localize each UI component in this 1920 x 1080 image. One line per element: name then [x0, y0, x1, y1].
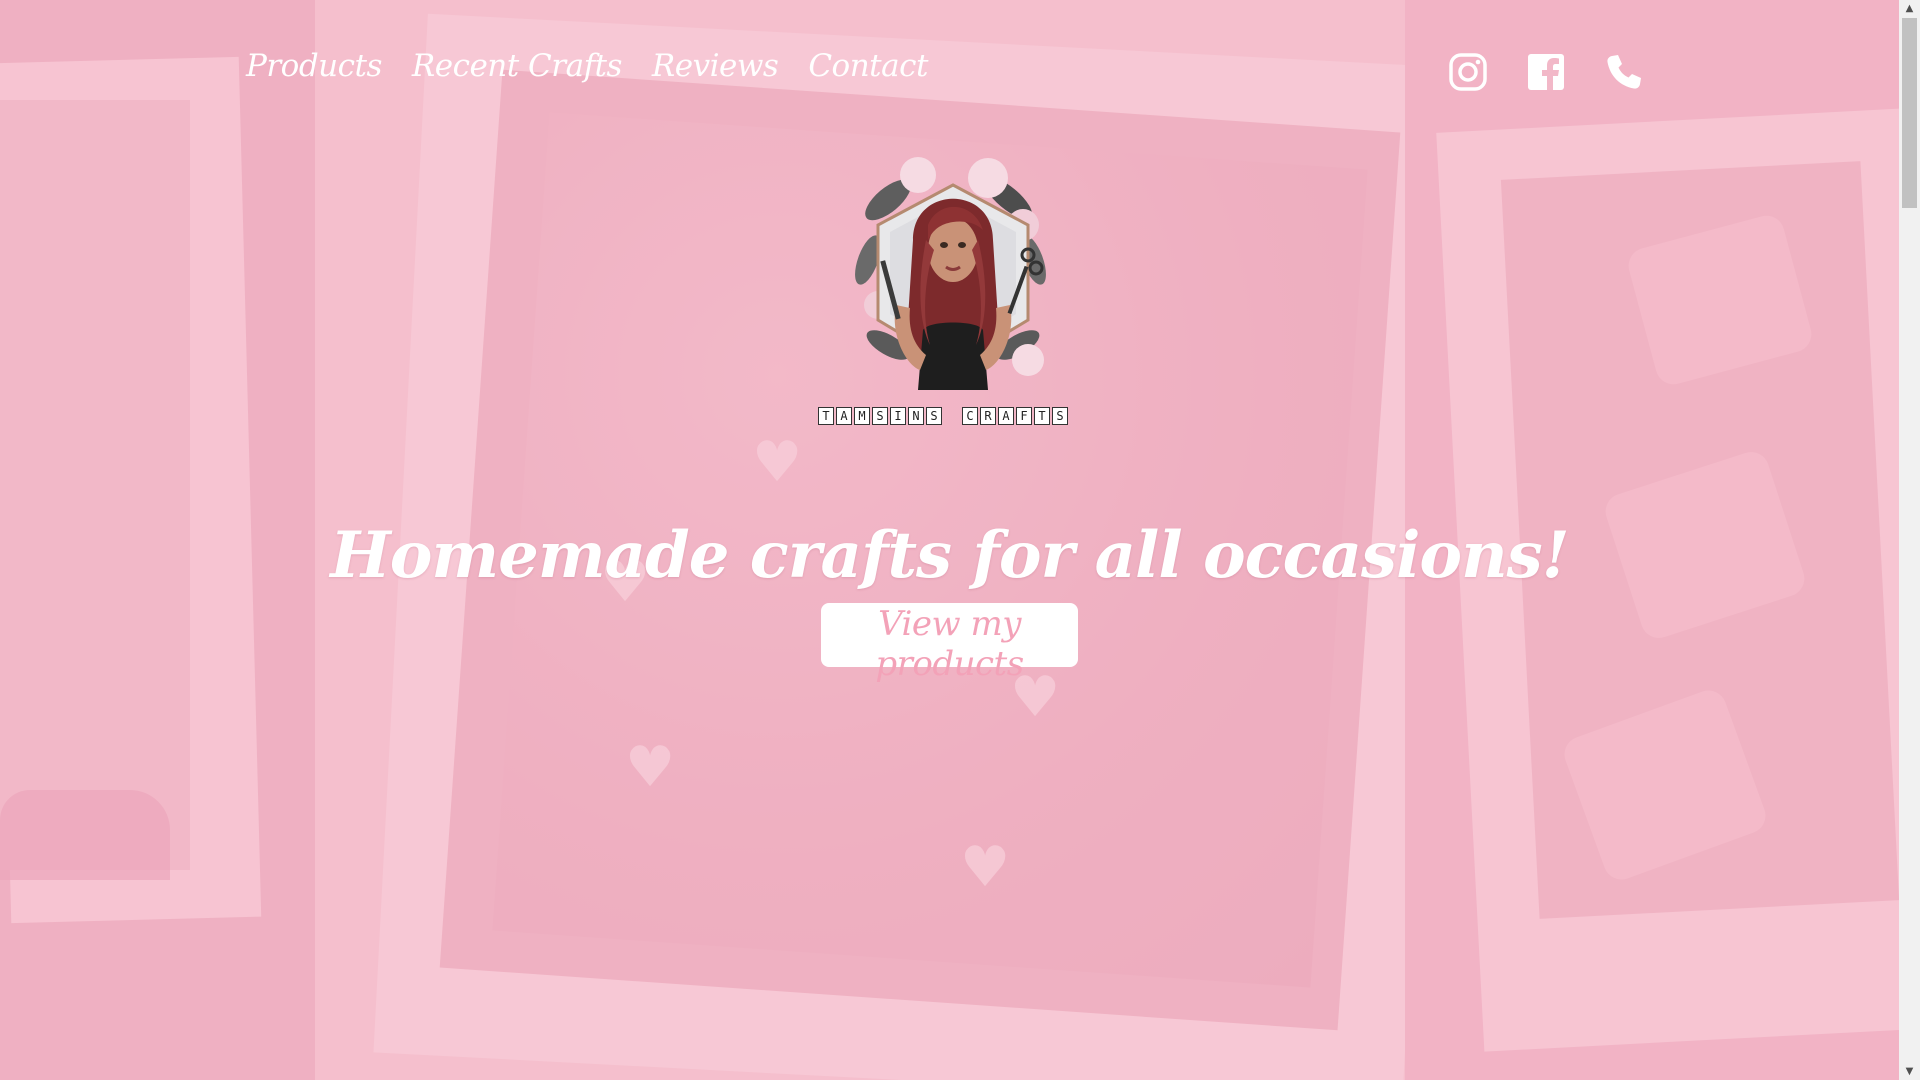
nav-recent-crafts[interactable]: Recent Crafts [412, 48, 623, 84]
letter-tile: I [890, 407, 906, 425]
phone-icon[interactable] [1604, 52, 1644, 92]
tamsins-crafts-logo [855, 157, 1046, 390]
letter-tile: A [998, 407, 1014, 425]
letter-tile: S [872, 407, 888, 425]
nav-reviews[interactable]: Reviews [652, 48, 779, 84]
logo-letter-tiles: T A M S I N S C R A F T S [818, 407, 1068, 425]
letter-tile: C [962, 407, 978, 425]
view-products-button[interactable]: View my products [821, 603, 1078, 684]
nav-contact[interactable]: Contact [808, 48, 928, 84]
letter-tile: F [1016, 407, 1032, 425]
letter-tile: S [926, 407, 942, 425]
letter-tile: T [1034, 407, 1050, 425]
page-scrollbar[interactable]: ▲ ▼ [1899, 0, 1920, 1080]
scroll-down-arrow-icon[interactable]: ▼ [1899, 1063, 1920, 1080]
page-viewport: ♥ ♥ ♥ ♥ ♥ Products Recent Crafts Reviews… [0, 0, 1899, 1080]
instagram-icon[interactable] [1448, 52, 1488, 92]
letter-tile: R [980, 407, 996, 425]
scroll-up-arrow-icon[interactable]: ▲ [1899, 0, 1920, 17]
letter-tile: T [818, 407, 834, 425]
letter-tile: A [836, 407, 852, 425]
scrollbar-thumb[interactable] [1902, 18, 1917, 208]
social-links [1448, 52, 1644, 92]
letter-tile: S [1052, 407, 1068, 425]
letter-tile-gap [944, 407, 960, 425]
letter-tile: N [908, 407, 924, 425]
letter-tile: M [854, 407, 870, 425]
facebook-icon[interactable] [1526, 52, 1566, 92]
main-nav: Products Recent Crafts Reviews Contact [246, 48, 928, 84]
hero-headline: Homemade crafts for all occasions! [330, 517, 1569, 593]
nav-products[interactable]: Products [246, 48, 382, 84]
